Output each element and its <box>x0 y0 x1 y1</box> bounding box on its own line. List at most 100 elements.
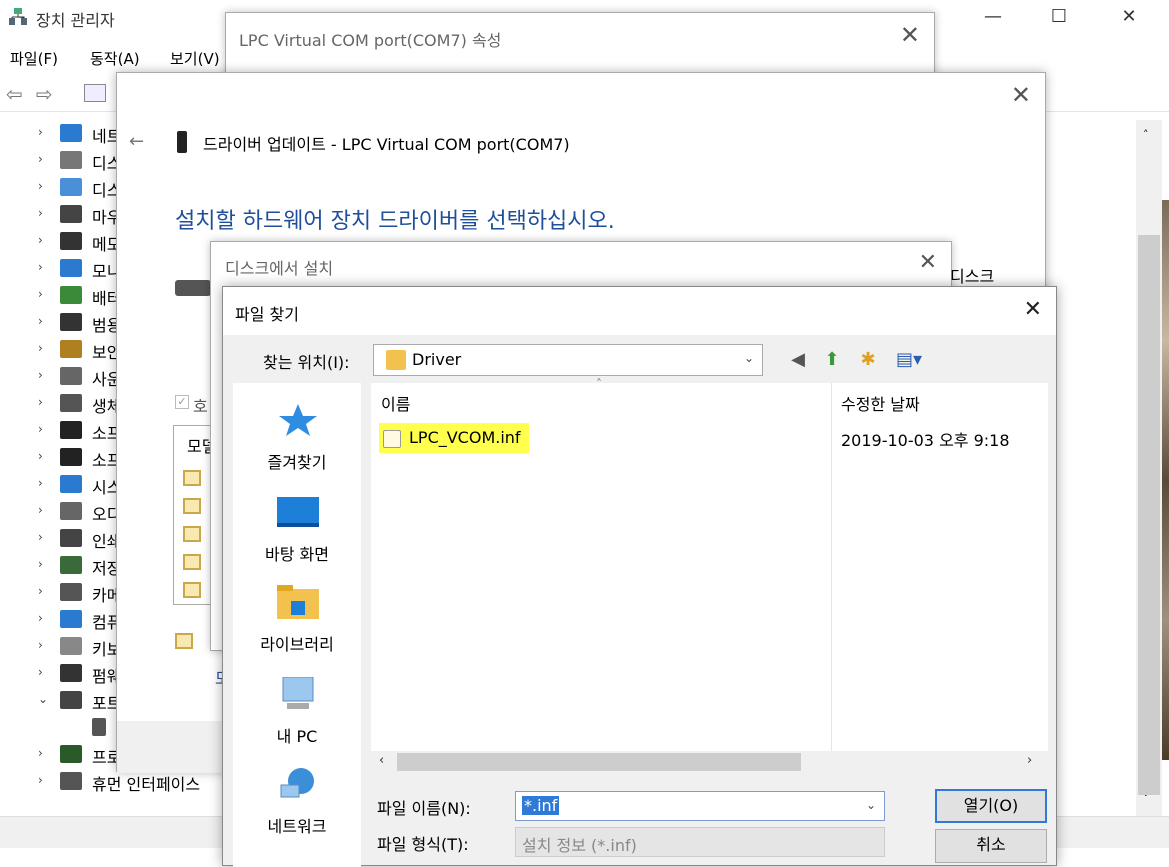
up-folder-icon[interactable]: ⬆ <box>819 347 845 373</box>
scroll-thumb[interactable] <box>1138 235 1160 795</box>
chevron-right-icon[interactable]: › <box>38 476 43 490</box>
close-button[interactable]: ✕ <box>1106 0 1152 34</box>
new-folder-icon[interactable]: ✱ <box>855 347 881 373</box>
chevron-right-icon[interactable]: › <box>38 773 43 787</box>
place-favorites[interactable]: 즐겨찾기 <box>233 397 361 487</box>
signed-driver-icon <box>175 633 193 649</box>
disk-side-text: 디스크 <box>950 267 995 286</box>
device-category-icon <box>60 286 82 304</box>
column-header-name[interactable]: 이름 <box>381 391 410 415</box>
filename-label: 파일 이름(N): <box>377 799 471 818</box>
sort-arrow-icon: ˄ <box>596 377 602 391</box>
chevron-right-icon[interactable]: › <box>38 341 43 355</box>
device-category-icon <box>60 151 82 169</box>
port-icon <box>183 498 201 514</box>
device-category-icon <box>60 475 82 493</box>
chevron-right-icon[interactable]: › <box>38 179 43 193</box>
device-category-icon <box>60 178 82 196</box>
chevron-right-icon[interactable]: › <box>38 260 43 274</box>
compatible-hardware-checkbox[interactable]: ✓ <box>175 395 189 409</box>
disk-dialog-title: 디스크에서 설치 <box>225 259 334 278</box>
chevron-right-icon[interactable]: › <box>38 206 43 220</box>
place-desktop[interactable]: 바탕 화면 <box>233 489 361 579</box>
close-icon[interactable]: ✕ <box>1011 81 1031 109</box>
chevron-right-icon[interactable]: › <box>38 665 43 679</box>
chevron-right-icon[interactable]: › <box>38 557 43 571</box>
back-arrow-icon[interactable]: ⇦ <box>6 82 23 106</box>
usb-device-icon <box>177 131 187 153</box>
network-icon <box>280 768 314 798</box>
inf-file-icon <box>383 430 401 448</box>
port-icon <box>183 582 201 598</box>
cancel-button[interactable]: 취소 <box>935 829 1047 863</box>
chevron-right-icon[interactable]: › <box>38 449 43 463</box>
column-header-modified[interactable]: 수정한 날짜 <box>841 391 920 415</box>
properties-icon[interactable] <box>84 84 106 102</box>
file-open-dialog: 파일 찾기 ✕ 찾는 위치(I): Driver ⌄ ◀ ⬆ ✱ ▤▾ 즐겨찾기… <box>222 286 1057 867</box>
chevron-right-icon[interactable]: › <box>38 314 43 328</box>
forward-arrow-icon[interactable]: ⇨ <box>36 82 53 106</box>
place-this-pc[interactable]: 내 PC <box>233 671 361 761</box>
back-icon[interactable]: ◀ <box>785 347 811 373</box>
view-menu-icon[interactable]: ▤▾ <box>891 347 927 373</box>
chevron-right-icon[interactable]: › <box>38 152 43 166</box>
open-button[interactable]: 열기(O) <box>935 789 1047 823</box>
place-label: 즐겨찾기 <box>267 453 327 472</box>
scroll-up-icon[interactable]: ˄ <box>1143 128 1149 141</box>
column-divider[interactable] <box>831 383 832 751</box>
close-icon[interactable]: ✕ <box>919 250 937 275</box>
star-icon <box>279 404 317 436</box>
chevron-right-icon[interactable]: › <box>38 530 43 544</box>
chevron-right-icon[interactable]: › <box>38 422 43 436</box>
device-category-icon <box>60 691 82 709</box>
device-category-icon <box>60 610 82 628</box>
close-icon[interactable]: ✕ <box>900 21 920 49</box>
file-name: LPC_VCOM.inf <box>409 428 521 447</box>
chevron-down-icon[interactable]: ⌄ <box>744 351 754 365</box>
chevron-down-icon[interactable]: ⌄ <box>866 798 876 812</box>
chevron-right-icon[interactable]: › <box>38 503 43 517</box>
back-arrow-icon[interactable]: ← <box>129 131 144 152</box>
menu-file[interactable]: 파일(F) <box>10 48 58 69</box>
place-network[interactable]: 네트워크 <box>233 761 361 851</box>
device-category-icon <box>60 664 82 682</box>
menu-action[interactable]: 동작(A) <box>90 48 140 69</box>
menu-view[interactable]: 보기(V) <box>170 48 220 69</box>
look-in-combo[interactable]: Driver ⌄ <box>373 344 763 376</box>
place-label: 내 PC <box>276 727 318 746</box>
filename-input[interactable]: *.inf ⌄ <box>515 791 885 821</box>
file-dialog-title: 파일 찾기 <box>235 305 299 324</box>
desktop-icon <box>277 497 319 527</box>
device-category-icon <box>60 745 82 763</box>
device-category-icon <box>60 421 82 439</box>
device-category-icon <box>60 205 82 223</box>
folder-icon <box>386 350 406 370</box>
port-icon <box>183 526 201 542</box>
horizontal-scrollbar[interactable]: ‹ › <box>371 751 1048 773</box>
place-label: 바탕 화면 <box>265 545 329 564</box>
scroll-right-icon[interactable]: › <box>1027 753 1032 768</box>
scroll-thumb[interactable] <box>397 753 801 771</box>
chevron-right-icon[interactable]: › <box>38 125 43 139</box>
places-bar: 즐겨찾기 바탕 화면 라이브러리 내 PC 네트워크 <box>233 383 361 867</box>
maximize-button[interactable]: ☐ <box>1036 0 1082 34</box>
chevron-right-icon[interactable]: › <box>38 746 43 760</box>
chevron-right-icon[interactable]: › <box>38 287 43 301</box>
chevron-right-icon[interactable]: › <box>38 638 43 652</box>
chevron-right-icon[interactable]: › <box>38 368 43 382</box>
chevron-right-icon[interactable]: › <box>38 611 43 625</box>
filetype-select[interactable]: 설치 정보 (*.inf) <box>515 827 885 857</box>
tree-item-label: 휴먼 인터페이스 <box>92 775 201 794</box>
scroll-left-icon[interactable]: ‹ <box>379 753 384 768</box>
close-icon[interactable]: ✕ <box>1024 297 1042 322</box>
chevron-right-icon[interactable]: › <box>38 395 43 409</box>
checkbox-label: 호 <box>193 397 208 416</box>
file-list-view[interactable]: ˄ 이름 수정한 날짜 LPC_VCOM.inf 2019-10-03 오후 9… <box>371 377 1048 751</box>
file-row[interactable]: LPC_VCOM.inf <box>379 423 529 453</box>
file-modified-date: 2019-10-03 오후 9:18 <box>841 431 1010 450</box>
minimize-button[interactable]: — <box>970 0 1016 34</box>
chevron-right-icon[interactable]: › <box>38 233 43 247</box>
chevron-down-icon[interactable]: ⌄ <box>38 692 48 706</box>
place-libraries[interactable]: 라이브러리 <box>233 579 361 669</box>
chevron-right-icon[interactable]: › <box>38 584 43 598</box>
